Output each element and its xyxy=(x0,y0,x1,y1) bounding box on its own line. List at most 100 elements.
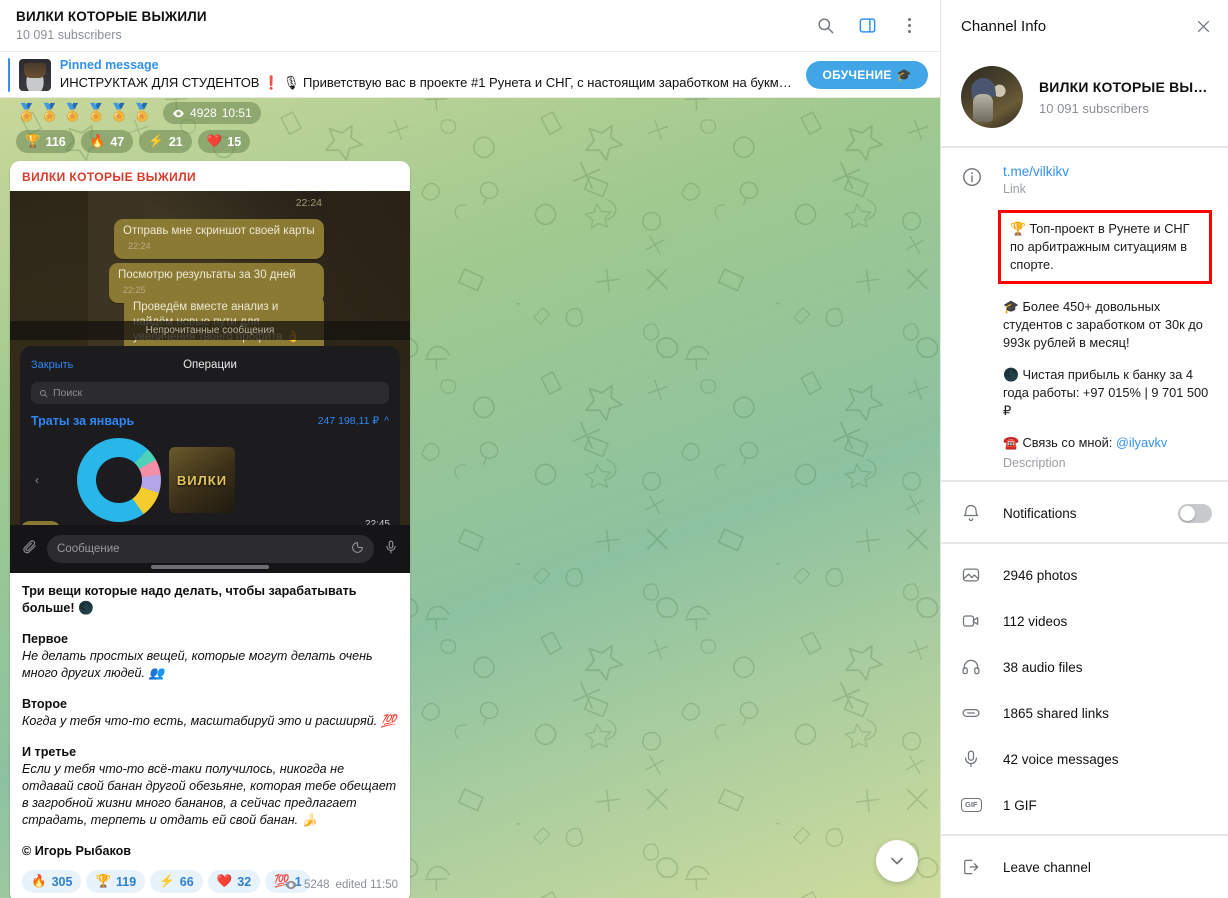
inner-app-title: Операции xyxy=(183,359,237,371)
messages-area: 🏅 🏅 🏅 🏅 🏅 🏅 4928 10:51 🏆 116 🔥 47 ⚡ 21 ❤… xyxy=(0,98,940,898)
inner-spend-amount-row: 247 198,11 ₽ ^ xyxy=(318,415,389,427)
pinned-thumbnail xyxy=(18,58,51,91)
notifications-toggle[interactable] xyxy=(1178,503,1212,523)
channel-details-body: t.me/vilkikv Link 🏆 Топ-проект в Рунете … xyxy=(998,164,1212,470)
search-icon xyxy=(40,389,48,397)
media-section: 2946 photos 112 videos 38 audio files 18… xyxy=(941,544,1228,834)
inner-spend-label: Траты за январь xyxy=(31,414,134,428)
training-button[interactable]: ОБУЧЕНИЕ 🎓 xyxy=(806,60,928,89)
channel-name-block: ВИЛКИ КОТОРЫЕ ВЫЖИ... 10 091 subscribers xyxy=(1039,79,1212,116)
pinned-texts: Pinned message ИНСТРУКТАЖ ДЛЯ СТУДЕНТОВ … xyxy=(60,58,793,91)
microphone-icon xyxy=(384,540,398,559)
report-row[interactable]: Report xyxy=(941,890,1228,898)
info-panel-title: Channel Info xyxy=(961,17,1047,35)
info-panel-header: Channel Info xyxy=(941,0,1228,52)
reaction-pill[interactable]: ❤️ 32 xyxy=(207,870,261,893)
post-time: 10:51 xyxy=(221,106,252,120)
message-bubble[interactable]: ВИЛКИ КОТОРЫЕ ВЫЖИЛИ 22:24 Отправь мне с… xyxy=(10,161,410,898)
video-attachment[interactable]: 22:24 Отправь мне скриншот своей карты 2… xyxy=(10,191,410,573)
channel-info-panel: Channel Info ВИЛКИ КОТОРЫЕ ВЫЖИ... 10 09… xyxy=(940,0,1228,898)
description-highlight: 🏆 Топ-проект в Рунете и СНГ по арбитражн… xyxy=(998,210,1212,284)
inner-thumb-text: ВИЛКИ xyxy=(176,472,228,488)
reaction-emoji: 🔥 xyxy=(31,874,47,888)
section-1-title: Первое xyxy=(22,632,69,646)
section-3-body: Если у тебя что-то всё-таки получилось, … xyxy=(22,762,397,827)
pinned-stripe xyxy=(8,57,10,92)
search-icon[interactable] xyxy=(812,13,838,39)
donut-chart xyxy=(77,438,161,522)
media-row-photos[interactable]: 2946 photos xyxy=(941,552,1228,598)
description-paragraph: ☎️ Связь со мной: @ilyavkv xyxy=(1003,434,1212,452)
reaction-pill[interactable]: 🔥 47 xyxy=(80,130,134,153)
channel-link[interactable]: t.me/vilkikv xyxy=(1003,164,1212,179)
info-icon xyxy=(961,164,985,470)
message-heading: Три вещи которые надо делать, чтобы зара… xyxy=(22,584,357,615)
reaction-count: 66 xyxy=(179,874,194,889)
text-gap xyxy=(22,730,398,744)
reaction-pill[interactable]: ⚡ 21 xyxy=(139,130,192,153)
contact-username-link[interactable]: @ilyavkv xyxy=(1116,435,1167,450)
pinned-text: ИНСТРУКТАЖ ДЛЯ СТУДЕНТОВ ❗ 🎙 Приветствую… xyxy=(59,75,793,90)
scroll-to-bottom-button[interactable] xyxy=(876,840,918,882)
spend-amount: 247 198,11 ₽ xyxy=(317,415,380,427)
pinned-message-bar[interactable]: Pinned message ИНСТРУКТАЖ ДЛЯ СТУДЕНТОВ … xyxy=(0,52,940,98)
leave-channel-row[interactable]: Leave channel xyxy=(941,844,1228,890)
reaction-pill[interactable]: ⚡ 66 xyxy=(150,870,203,893)
inner-spend-header: Траты за январь 247 198,11 ₽ ^ xyxy=(31,414,389,428)
bell-icon xyxy=(961,503,985,523)
reaction-pill[interactable]: 🔥 305 xyxy=(22,870,82,893)
message-views: 5248 xyxy=(303,879,330,891)
media-row-gif[interactable]: GIF 1 GIF xyxy=(941,782,1228,828)
medal-icon: 🏅 xyxy=(108,103,130,122)
more-vertical-icon[interactable] xyxy=(896,13,922,39)
gif-badge-text: GIF xyxy=(961,798,982,812)
video-bubble-stamp: 22:25 xyxy=(123,285,146,295)
post-views: 4928 10:51 xyxy=(163,102,261,124)
gif-icon: GIF xyxy=(961,798,985,812)
notifications-row[interactable]: Notifications xyxy=(941,490,1228,536)
channel-link-label: Link xyxy=(1003,182,1026,196)
previous-post-meta: 🏅 🏅 🏅 🏅 🏅 🏅 4928 10:51 🏆 116 🔥 47 ⚡ 21 ❤… xyxy=(10,98,940,153)
reaction-count: 116 xyxy=(45,134,66,149)
logout-icon xyxy=(961,857,985,877)
chat-title-block[interactable]: ВИЛКИ КОТОРЫЕ ВЫЖИЛИ 10 091 subscribers xyxy=(16,9,812,43)
media-row-links[interactable]: 1865 shared links xyxy=(941,690,1228,736)
telegram-window: ВИЛКИ КОТОРЫЕ ВЫЖИЛИ 10 091 subscribers xyxy=(0,0,1228,898)
media-row-videos[interactable]: 112 videos xyxy=(941,598,1228,644)
reaction-emoji: ❤️ xyxy=(206,134,223,148)
media-label: 1 GIF xyxy=(1003,797,1037,813)
channel-subscribers: 10 091 subscribers xyxy=(1039,100,1149,116)
reaction-pill[interactable]: 🏆 119 xyxy=(86,870,146,893)
message-credit: © Игорь Рыбаков xyxy=(22,844,132,858)
media-row-audio[interactable]: 38 audio files xyxy=(941,644,1228,690)
chat-title: ВИЛКИ КОТОРЫЕ ВЫЖИЛИ xyxy=(16,8,207,24)
panel-toggle-icon[interactable] xyxy=(854,13,880,39)
reaction-emoji: ❤️ xyxy=(216,874,233,888)
reaction-count: 47 xyxy=(110,134,125,149)
reaction-count: 305 xyxy=(51,874,73,889)
sticker-icon xyxy=(351,541,364,557)
previous-post-reactions: 🏆 116 🔥 47 ⚡ 21 ❤️ 15 xyxy=(16,130,940,153)
reaction-pill[interactable]: 🏆 116 xyxy=(16,130,75,153)
media-label: 1865 shared links xyxy=(1003,705,1109,721)
eye-icon xyxy=(285,880,297,890)
chat-header: ВИЛКИ КОТОРЫЕ ВЫЖИЛИ 10 091 subscribers xyxy=(0,0,940,52)
video-input-placeholder: Сообщение xyxy=(57,543,120,555)
inner-chart-row: ‹ ВИЛКИ xyxy=(31,434,389,526)
section-2-title: Второе xyxy=(22,697,68,711)
message-text: Три вещи которые надо делать, чтобы зара… xyxy=(10,573,410,862)
media-label: 2946 photos xyxy=(1003,567,1078,583)
leave-channel-label: Leave channel xyxy=(1003,859,1091,875)
chat-header-actions xyxy=(812,13,926,39)
channel-profile: ВИЛКИ КОТОРЫЕ ВЫЖИ... 10 091 subscribers xyxy=(941,52,1228,146)
graduation-cap-icon: 🎓 xyxy=(896,67,912,82)
reaction-pill[interactable]: ❤️ 15 xyxy=(197,130,251,153)
text-gap xyxy=(22,617,398,631)
reaction-count: 32 xyxy=(237,874,252,889)
media-label: 42 voice messages xyxy=(1003,751,1119,767)
message-channel-title: ВИЛКИ КОТОРЫЕ ВЫЖИЛИ xyxy=(22,170,197,184)
media-row-voice[interactable]: 42 voice messages xyxy=(941,736,1228,782)
video-input-field: Сообщение xyxy=(47,535,374,563)
video-bubble-text: Отправь мне скриншот своей карты xyxy=(123,225,315,237)
close-icon[interactable] xyxy=(1190,13,1216,39)
